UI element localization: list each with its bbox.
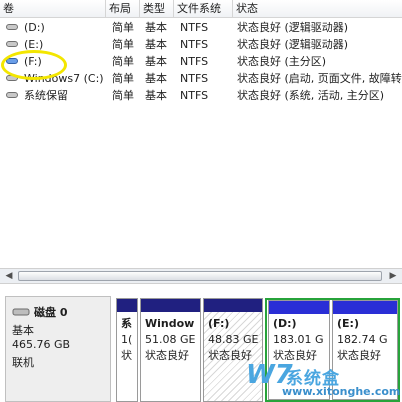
disk-size: 465.76 GB xyxy=(12,338,71,351)
partition-bar xyxy=(204,299,262,312)
volume-list[interactable]: 卷 布局 类型 文件系统 状态 (D:) 简单 基本 NTFS 状态良好 (逻辑… xyxy=(0,0,402,268)
volume-status: 状态良好 (主分区) xyxy=(237,55,327,68)
watermark: W7 系统盒 www.xitonghe.com xyxy=(244,360,402,402)
volume-status: 状态良好 (逻辑驱动器) xyxy=(237,38,349,51)
column-header-layout[interactable]: 布局 xyxy=(106,0,140,17)
volume-filesystem: NTFS xyxy=(180,89,209,102)
disk-icon xyxy=(12,308,30,316)
volume-layout: 简单 xyxy=(112,55,134,68)
watermark-url: www.xitonghe.com xyxy=(282,385,401,398)
column-header-volume[interactable]: 卷 xyxy=(0,0,106,17)
horizontal-scrollbar[interactable]: ◀ ▶ xyxy=(0,268,402,284)
partition-label: (E:) xyxy=(337,317,359,330)
volume-row[interactable]: (E:) 简单 基本 NTFS 状态良好 (逻辑驱动器) xyxy=(0,36,402,53)
partition-size: 183.01 G xyxy=(273,333,324,346)
partition-label: Window xyxy=(145,317,195,330)
volume-status: 状态良好 (逻辑驱动器) xyxy=(237,21,349,34)
volume-type: 基本 xyxy=(145,38,167,51)
volume-type: 基本 xyxy=(145,55,167,68)
scrollbar-thumb[interactable] xyxy=(18,271,382,281)
column-header-status[interactable]: 状态 xyxy=(233,0,402,17)
disk-info-panel[interactable]: 磁盘 0 基本 465.76 GB 联机 xyxy=(5,296,111,402)
volume-row[interactable]: 系统保留 简单 基本 NTFS 状态良好 (系统, 活动, 主分区) xyxy=(0,87,402,104)
drive-icon xyxy=(6,92,18,98)
highlight-circle xyxy=(1,50,67,80)
column-header-type[interactable]: 类型 xyxy=(140,0,174,17)
volume-filesystem: NTFS xyxy=(180,38,209,51)
partition-bar xyxy=(269,301,329,314)
partition-system-reserved[interactable]: 系 1( 状 xyxy=(116,298,138,402)
volume-layout: 简单 xyxy=(112,72,134,85)
volume-filesystem: NTFS xyxy=(180,55,209,68)
partition-bar xyxy=(117,299,137,312)
partition-bar xyxy=(141,299,200,312)
partition-bar xyxy=(333,301,397,314)
volume-layout: 简单 xyxy=(112,21,134,34)
volume-type: 基本 xyxy=(145,72,167,85)
disk-type: 基本 xyxy=(12,324,34,337)
partition-status: 状态良好 xyxy=(145,349,189,362)
volume-type: 基本 xyxy=(145,21,167,34)
volume-filesystem: NTFS xyxy=(180,72,209,85)
drive-icon xyxy=(6,41,18,47)
volume-row[interactable]: (D:) 简单 基本 NTFS 状态良好 (逻辑驱动器) xyxy=(0,19,402,36)
volume-filesystem: NTFS xyxy=(180,21,209,34)
scroll-right-arrow-icon[interactable]: ▶ xyxy=(386,269,400,283)
disk-state: 联机 xyxy=(12,356,34,369)
partition-status: 状 xyxy=(121,349,132,362)
partition-label: (F:) xyxy=(208,317,230,330)
volume-status: 状态良好 (系统, 活动, 主分区) xyxy=(237,89,385,102)
drive-icon xyxy=(6,24,18,30)
volume-name: (D:) xyxy=(24,21,45,34)
volume-layout: 简单 xyxy=(112,89,134,102)
volume-name: 系统保留 xyxy=(24,89,68,102)
volume-layout: 简单 xyxy=(112,38,134,51)
partition-size: 182.74 G xyxy=(337,333,388,346)
partition-size: 48.83 GE xyxy=(208,333,259,346)
partition-size: 1( xyxy=(121,333,133,346)
partition-size: 51.08 GE xyxy=(145,333,196,346)
partition-label: (D:) xyxy=(273,317,297,330)
volume-type: 基本 xyxy=(145,89,167,102)
scroll-left-arrow-icon[interactable]: ◀ xyxy=(2,269,16,283)
disk-name: 磁盘 0 xyxy=(34,306,68,319)
volume-status: 状态良好 (启动, 页面文件, 故障转 xyxy=(237,72,402,85)
partition-windows7[interactable]: Window 51.08 GE 状态良好 xyxy=(140,298,201,402)
partition-label: 系 xyxy=(121,317,132,330)
column-header-filesystem[interactable]: 文件系统 xyxy=(174,0,233,17)
volume-list-header: 卷 布局 类型 文件系统 状态 xyxy=(0,0,402,18)
